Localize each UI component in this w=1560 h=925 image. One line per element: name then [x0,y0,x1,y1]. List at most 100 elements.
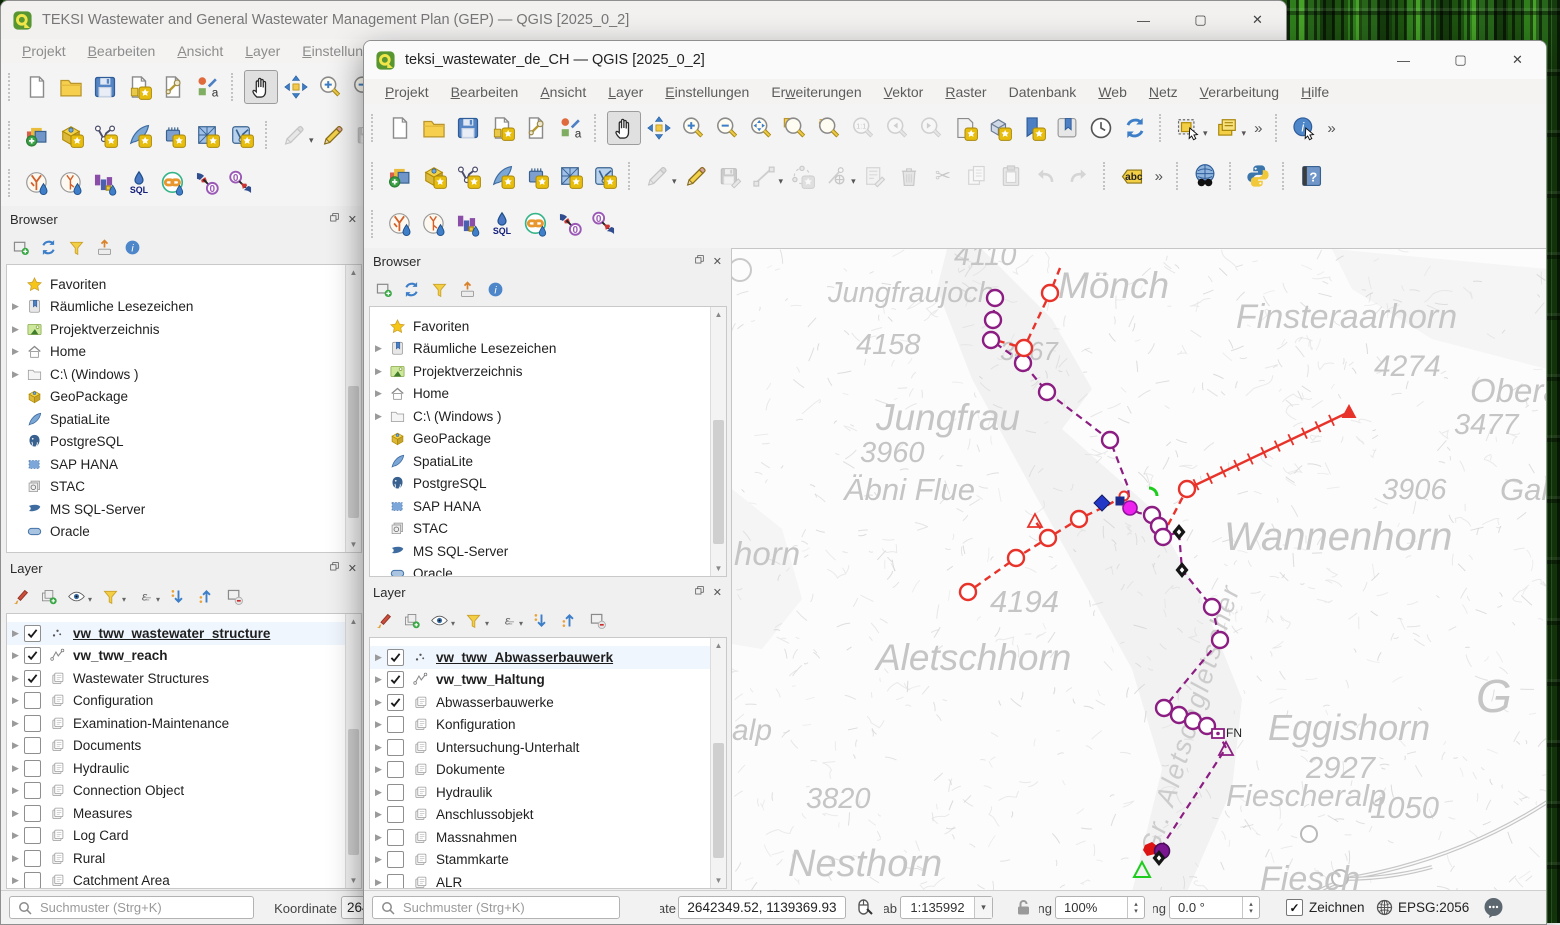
zoom-full-button[interactable] [745,112,777,144]
new-geopackage-layer-button[interactable] [418,160,450,192]
save-layer-edits-button[interactable] [714,160,746,192]
add-circular-string-button[interactable] [786,160,818,192]
teksi-upstream-trace-button[interactable] [418,208,450,240]
layer-item-vw-tww-abwasserbauwerk[interactable]: ▶vw_tww_Abwasserbauwerk [370,646,711,669]
menu-web[interactable]: Web [1087,82,1138,102]
expand-arrow-icon[interactable]: ▶ [7,740,24,751]
new-map-view-button[interactable] [949,112,981,144]
layer-item-dokumente[interactable]: ▶Dokumente [370,759,711,782]
new-mesh-layer-button[interactable] [191,119,223,151]
titlebar[interactable]: TEKSI Wastewater and General Wastewater … [1,1,1286,39]
pan-to-selection-button[interactable] [280,71,312,103]
browser-item-r-umliche-lesezeichen[interactable]: ▶Räumliche Lesezeichen [370,338,711,361]
locator-search[interactable] [9,896,254,919]
manhole-node[interactable] [985,312,1001,328]
copy-features-button[interactable] [961,160,993,192]
menu-vektor[interactable]: Vektor [873,82,935,102]
browser-item-spatialite[interactable]: SpatiaLite [7,408,346,431]
expand-arrow-icon[interactable]: ▶ [7,673,24,684]
render-checkbox[interactable]: ✓ Zeichnen [1286,899,1365,916]
open-layer-styling-button[interactable] [374,611,393,630]
toggle-editing-button[interactable] [317,119,349,151]
collapse-all-button[interactable] [560,611,579,630]
project-save-button[interactable] [89,71,121,103]
expand-arrow-icon[interactable]: ▶ [7,650,24,661]
scroll-down-icon[interactable]: ▼ [346,537,361,552]
menu-layer[interactable]: Layer [597,82,654,102]
teksi-export-button[interactable]: 0 [225,167,257,199]
menu-layer[interactable]: Layer [234,41,291,61]
identify-features-button[interactable]: i [1288,112,1320,144]
titlebar[interactable]: teksi_wastewater_de_CH — QGIS [2025_0_2]… [364,41,1546,79]
expand-arrow-icon[interactable]: ▶ [370,877,387,888]
layer-checkbox[interactable] [387,739,404,756]
chevron-down-icon[interactable]: ▾ [519,619,523,628]
add-group-button[interactable] [39,587,58,606]
layer-checkbox[interactable] [387,716,404,733]
menu-hilfe[interactable]: Hilfe [1290,82,1340,102]
expand-arrow-icon[interactable]: ▶ [370,854,387,865]
vertex-tool-button[interactable] [820,160,852,192]
filter-browser-button[interactable] [67,238,86,257]
layer-checkbox[interactable] [387,874,404,889]
scroll-down-icon[interactable]: ▼ [711,873,726,888]
show-layout-manager-button[interactable] [520,112,552,144]
locator-search[interactable] [372,896,620,919]
filter-browser-button[interactable] [430,280,449,299]
new-virtual-layer-button[interactable] [588,160,620,192]
layer-item-alr[interactable]: ▶ALR [370,871,711,889]
teksi-interlis-button[interactable] [157,167,189,199]
layer-item-measures[interactable]: ▶Measures [7,802,346,825]
expand-arrow-icon[interactable]: ▶ [370,366,387,377]
layer-item-konfiguration[interactable]: ▶Konfiguration [370,714,711,737]
scrollbar-thumb[interactable] [348,729,359,855]
layer-checkbox[interactable] [387,851,404,868]
manhole-node-red[interactable] [1040,530,1056,546]
style-manager-button[interactable]: a [191,71,223,103]
layer-checkbox[interactable] [24,760,41,777]
chevron-down-icon[interactable]: ▾ [451,619,455,628]
open-layer-styling-button[interactable] [11,587,30,606]
manhole-node-red[interactable] [1179,481,1195,497]
triangle-red-filled-marker[interactable] [1342,404,1357,418]
refresh-browser-button[interactable] [402,280,421,299]
layer-item-documents[interactable]: ▶Documents [7,735,346,758]
manhole-node-red[interactable] [1008,550,1024,566]
maximize-button[interactable]: ▢ [1432,41,1489,79]
new-geopackage-layer-button[interactable] [55,119,87,151]
new-spatialite-layer-button[interactable] [486,160,518,192]
expand-arrow-icon[interactable]: ▶ [370,674,387,685]
close-panel-button[interactable]: ✕ [713,255,722,268]
scroll-up-icon[interactable]: ▲ [346,265,361,280]
browser-item-home[interactable]: ▶Home [370,383,711,406]
manhole-node[interactable] [1102,432,1118,448]
chevron-down-icon[interactable]: ▾ [88,595,92,604]
layer-item-wastewater-structures[interactable]: ▶Wastewater Structures [7,667,346,690]
close-button[interactable]: ✕ [1489,41,1546,79]
window-foreground-qgis[interactable]: teksi_wastewater_de_CH — QGIS [2025_0_2]… [363,40,1547,925]
help-contents-button[interactable]: ? [1295,160,1327,192]
zoom-next-button[interactable] [915,112,947,144]
layer-checkbox[interactable] [387,649,404,666]
circle-magenta-marker[interactable] [1123,501,1137,515]
teksi-downstream-trace-button[interactable] [384,208,416,240]
layer-checkbox[interactable] [24,850,41,867]
menu-bearbeiten[interactable]: Bearbeiten [440,82,530,102]
triangle-red-open-marker[interactable] [1028,514,1042,527]
paste-features-button[interactable] [995,160,1027,192]
zoom-to-layer-button[interactable] [779,112,811,144]
undo-button[interactable] [1029,160,1061,192]
layer-checkbox[interactable] [387,761,404,778]
expand-arrow-icon[interactable]: ▶ [7,301,24,312]
expand-arrow-icon[interactable]: ▶ [370,719,387,730]
scrollbar-thumb[interactable] [713,420,724,544]
scrollbar-thumb[interactable] [713,743,724,858]
current-edits-button[interactable] [278,119,310,151]
search-input[interactable] [38,899,253,916]
expand-arrow-icon[interactable]: ▶ [7,369,24,380]
reach-line-red[interactable] [1187,412,1349,489]
manhole-node[interactable] [1039,384,1055,400]
manage-visibility-button[interactable] [430,611,449,630]
layer-checkbox[interactable] [24,737,41,754]
pan-map-button[interactable] [607,111,641,145]
